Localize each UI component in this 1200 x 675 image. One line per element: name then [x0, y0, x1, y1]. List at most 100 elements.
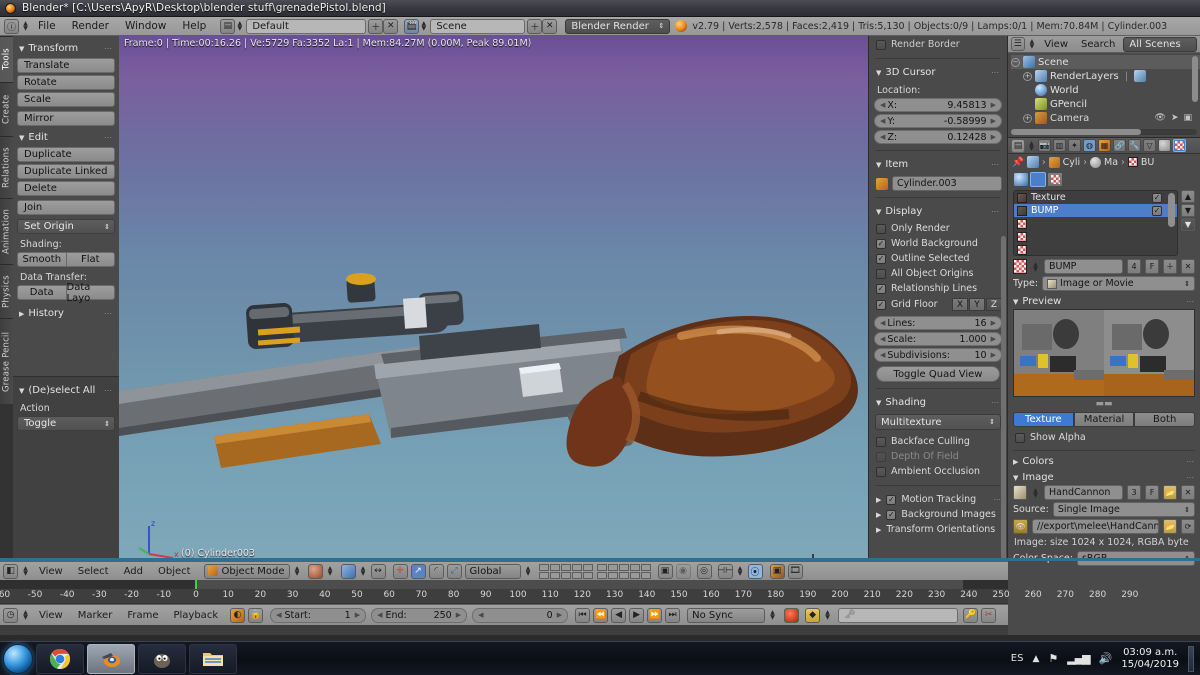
- decrement-arrow-icon[interactable]: ◀: [880, 335, 885, 343]
- grid-floor-checkbox[interactable]: ✓: [876, 299, 886, 310]
- display-outline-selected-row[interactable]: ✓ Outline Selected: [874, 251, 1002, 266]
- editor-type-spinner[interactable]: ▲ ▼: [1027, 140, 1036, 151]
- play-icon[interactable]: ▶: [629, 607, 645, 623]
- context-tab-constraint-icon[interactable]: 🔗: [1113, 139, 1126, 152]
- timeline-playhead[interactable]: [195, 580, 197, 589]
- tool-tab-create[interactable]: Create: [0, 82, 13, 136]
- display-world-background-row[interactable]: ✓ World Background: [874, 236, 1002, 251]
- start-orb-icon[interactable]: [3, 643, 33, 674]
- auto-keyframe-record-icon[interactable]: [784, 607, 800, 623]
- ambient-occlusion-checkbox[interactable]: [876, 466, 886, 477]
- context-tab-texture-icon[interactable]: [1173, 139, 1186, 152]
- toggle-quad-view-button[interactable]: Toggle Quad View: [876, 366, 1000, 382]
- cursor-x-field[interactable]: ◀ X: 9.45813 ▶: [874, 98, 1002, 112]
- outliner-display-mode-dropdown[interactable]: All Scenes: [1123, 36, 1197, 52]
- grid-axis-x-toggle[interactable]: X: [952, 298, 968, 311]
- tool-tab-physics[interactable]: Physics: [0, 264, 13, 318]
- move-slot-up-button[interactable]: ▲: [1181, 190, 1195, 203]
- increment-arrow-icon[interactable]: ▶: [355, 611, 360, 619]
- only-selected-channels-icon[interactable]: ◐: [230, 607, 246, 623]
- tool-rotate-button[interactable]: Rotate: [17, 75, 115, 90]
- panel-transform-header[interactable]: ▼ Transform ⋯: [17, 41, 115, 58]
- browse-file-button[interactable]: 📂: [1163, 519, 1177, 534]
- tool-translate-button[interactable]: Translate: [17, 58, 115, 73]
- context-tab-data-icon[interactable]: ▽: [1143, 139, 1156, 152]
- render-border-checkbox[interactable]: [876, 39, 886, 50]
- menu-file[interactable]: File: [30, 17, 64, 36]
- insert-keyframe-icon[interactable]: 🔑: [963, 607, 979, 623]
- screen-layout-spinner[interactable]: ▲ ▼: [235, 21, 244, 32]
- context-tab-renderlayers-icon[interactable]: ▥: [1053, 139, 1066, 152]
- decrement-arrow-icon[interactable]: ◀: [880, 117, 885, 125]
- sync-spinner[interactable]: ▲ ▼: [768, 610, 777, 621]
- panel-transform-orientations-header[interactable]: ▶ Transform Orientations: [874, 522, 1002, 537]
- viewport-menu-select[interactable]: Select: [72, 566, 115, 577]
- operator-panel-header[interactable]: ▼ (De)select All ⋯: [17, 383, 115, 400]
- expand-collapse-icon[interactable]: +: [1023, 113, 1032, 123]
- screen-layout-field[interactable]: Default: [246, 18, 367, 34]
- tool-duplicate-linked-button[interactable]: Duplicate Linked: [17, 164, 115, 179]
- renderlayer-item-icon[interactable]: [1134, 70, 1147, 82]
- increment-arrow-icon[interactable]: ▶: [991, 335, 996, 343]
- grid-axis-z-toggle[interactable]: Z: [986, 298, 1002, 311]
- delete-layout-icon[interactable]: ✕: [383, 18, 399, 34]
- 3d-viewport[interactable]: Frame:0 | Time:00:16.26 | Ve:5729 Fa:335…: [119, 36, 869, 561]
- screen-layout-icon[interactable]: ▤: [220, 18, 236, 34]
- scene-browse-icon[interactable]: 🎬: [404, 18, 420, 34]
- slot-specials-button[interactable]: ▼: [1181, 218, 1195, 231]
- tool-mirror-button[interactable]: Mirror: [17, 111, 115, 126]
- texture-slot-list[interactable]: Texture ✓ BUMP ✓: [1013, 190, 1178, 256]
- relationship-lines-checkbox[interactable]: ✓: [876, 283, 886, 294]
- sync-mode-dropdown[interactable]: No Sync: [687, 607, 766, 623]
- pivot-point-icon[interactable]: [340, 563, 356, 579]
- breadcrumb-material[interactable]: Ma: [1104, 157, 1118, 168]
- move-slot-down-button[interactable]: ▼: [1181, 204, 1195, 217]
- tool-set-origin-dropdown[interactable]: Set Origin ⇕: [17, 219, 115, 234]
- snap-magnet-icon[interactable]: ⊣⊢: [717, 563, 733, 579]
- show-alpha-checkbox[interactable]: [1015, 432, 1025, 443]
- only-render-checkbox[interactable]: [876, 223, 886, 234]
- shading-spinner[interactable]: ▲ ▼: [326, 566, 335, 577]
- panel-image-header[interactable]: ▼ Image ⋯: [1013, 472, 1195, 483]
- image-source-dropdown[interactable]: Single Image ⇕: [1052, 502, 1195, 517]
- increment-arrow-icon[interactable]: ▶: [991, 351, 996, 359]
- jump-next-keyframe-icon[interactable]: ⏩: [647, 607, 663, 623]
- image-name-field[interactable]: HandCannon: [1044, 485, 1123, 500]
- menu-window[interactable]: Window: [117, 17, 174, 36]
- shading-ambient-occlusion-row[interactable]: Ambient Occlusion: [874, 464, 1002, 479]
- add-scene-icon[interactable]: ＋: [527, 18, 543, 34]
- scene-name-field[interactable]: Scene: [430, 18, 526, 34]
- manipulator-rotate-icon[interactable]: ◜: [428, 563, 444, 579]
- opengl-render-animation-icon[interactable]: 🎞: [787, 563, 803, 579]
- texture-slot-row[interactable]: [1014, 243, 1177, 255]
- expand-collapse-icon[interactable]: +: [1023, 71, 1032, 81]
- grid-scale-field[interactable]: ◀ Scale: 1.000 ▶: [874, 332, 1002, 346]
- timeline-ruler[interactable]: -60 -50 -40 -30 -20 -10 0 10 20 30 40 50 60 70 80 90 100…: [0, 589, 1138, 604]
- mode-spinner[interactable]: ▲ ▼: [293, 566, 302, 577]
- world-background-checkbox[interactable]: ✓: [876, 238, 886, 249]
- current-frame-field[interactable]: ◀ 0 ▶: [472, 607, 569, 623]
- keying-spinner[interactable]: ▲ ▼: [823, 610, 832, 621]
- viewport-menu-add[interactable]: Add: [118, 566, 149, 577]
- image-fake-user-button[interactable]: F: [1145, 485, 1159, 500]
- manipulator-scale-icon[interactable]: ⤢: [446, 563, 462, 579]
- taskbar-explorer-icon[interactable]: [189, 643, 237, 674]
- tool-scale-button[interactable]: Scale: [17, 92, 115, 107]
- panel-colors-header[interactable]: ▶ Colors ⋯: [1013, 456, 1195, 467]
- snap-target-icon[interactable]: ⦿: [747, 563, 763, 579]
- show-hidden-icons-icon[interactable]: ▲: [1032, 654, 1039, 664]
- panel-motion-tracking-header[interactable]: ▶ ✓ Motion Tracking ⋯: [874, 492, 1002, 507]
- visibility-eye-icon[interactable]: 👁: [1155, 113, 1166, 123]
- increment-arrow-icon[interactable]: ▶: [991, 101, 996, 109]
- renderable-camera-icon[interactable]: ▣: [1183, 113, 1192, 123]
- cursor-z-field[interactable]: ◀ Z: 0.12428 ▶: [874, 130, 1002, 144]
- increment-arrow-icon[interactable]: ▶: [991, 133, 996, 141]
- timeline-menu-marker[interactable]: Marker: [72, 610, 119, 621]
- delete-keyframe-icon[interactable]: ✂: [981, 607, 997, 623]
- lock-layers-icon[interactable]: ▣: [657, 563, 673, 579]
- npanel-scrollbar[interactable]: [1001, 236, 1006, 561]
- editor-type-spinner[interactable]: ▲ ▼: [21, 566, 30, 577]
- render-preview-icon[interactable]: ◉: [675, 563, 691, 579]
- tool-tab-animation[interactable]: Animation: [0, 198, 13, 264]
- outliner-row-renderlayers[interactable]: + RenderLayers |: [1011, 69, 1200, 83]
